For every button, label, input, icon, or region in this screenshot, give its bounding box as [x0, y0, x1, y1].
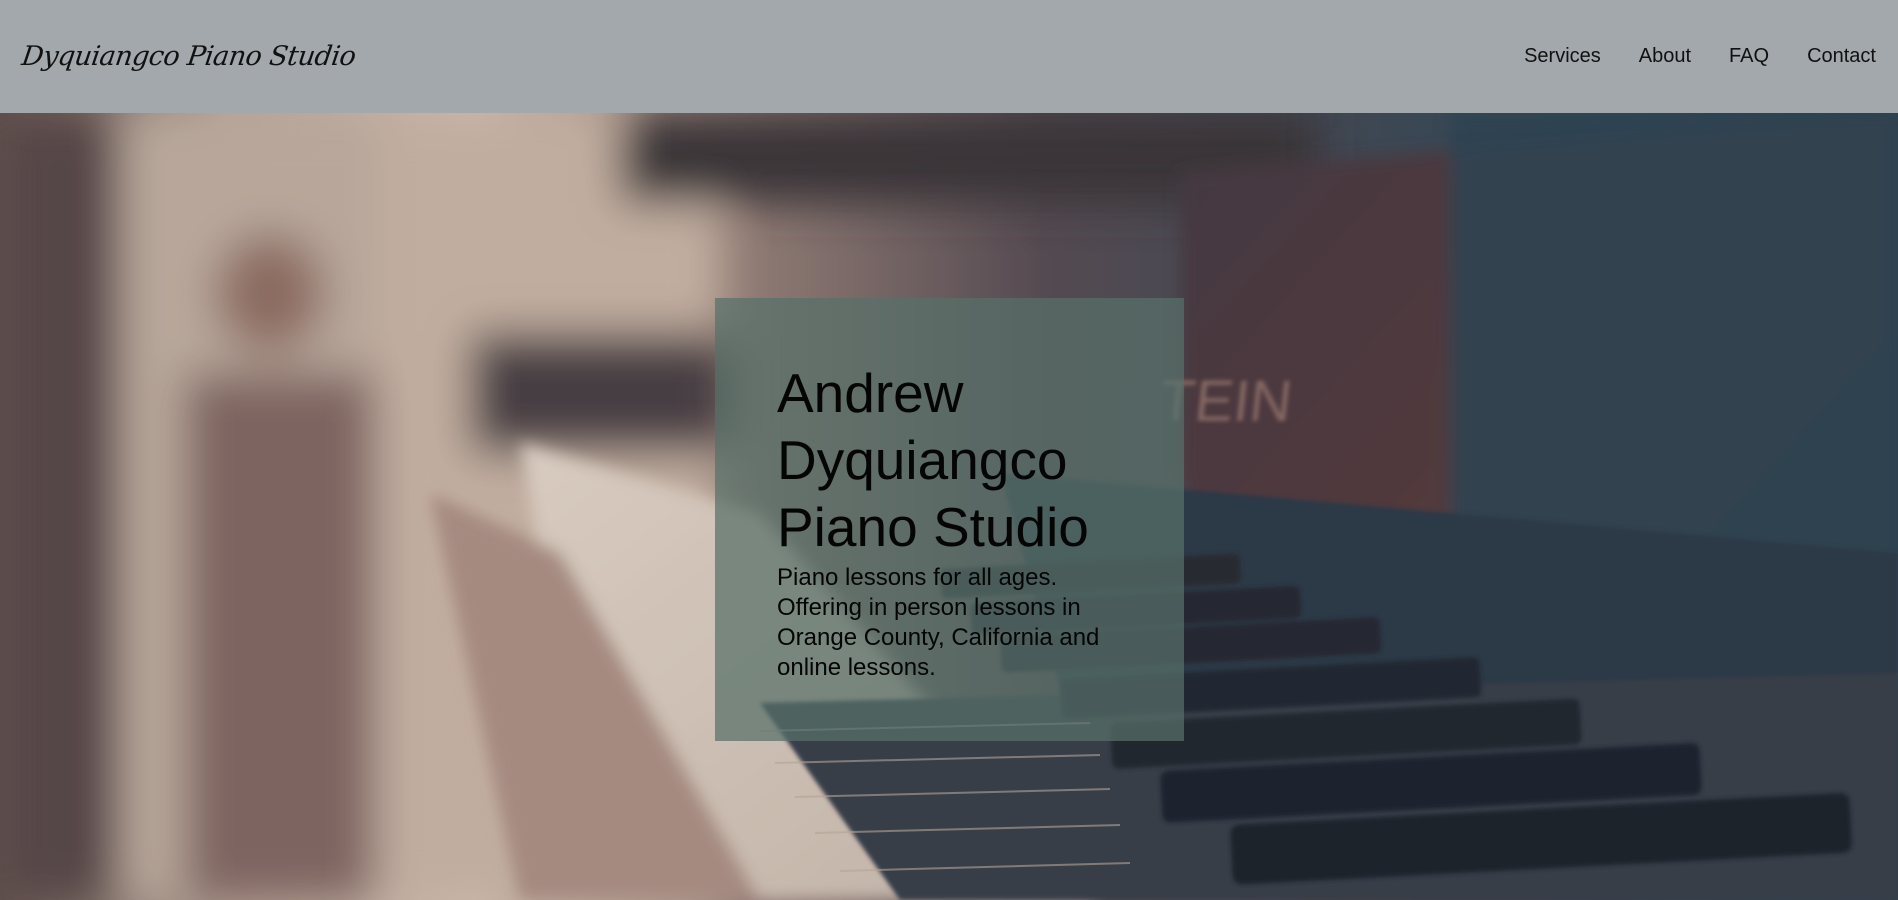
hero-subtitle: Piano lessons for all ages. Offering in …: [777, 564, 1100, 681]
nav-menu: Services About FAQ Contact: [1524, 45, 1876, 68]
page: Dyquiangco Piano Studio Services About F…: [0, 0, 1898, 900]
nav-link-services[interactable]: Services: [1524, 45, 1601, 68]
hero-section: TEIN Andrew Dyquiangco Piano Studio Pian…: [0, 113, 1898, 900]
hero-text-card: Andrew Dyquiangco Piano Studio Piano les…: [715, 298, 1184, 741]
nav-link-about[interactable]: About: [1639, 45, 1691, 68]
navbar: Dyquiangco Piano Studio Services About F…: [0, 0, 1898, 113]
hero-title: Andrew Dyquiangco Piano Studio: [777, 362, 1089, 558]
nav-link-contact[interactable]: Contact: [1807, 45, 1876, 68]
nav-link-faq[interactable]: FAQ: [1729, 45, 1769, 68]
brand-logo-link[interactable]: Dyquiangco Piano Studio: [20, 41, 358, 72]
